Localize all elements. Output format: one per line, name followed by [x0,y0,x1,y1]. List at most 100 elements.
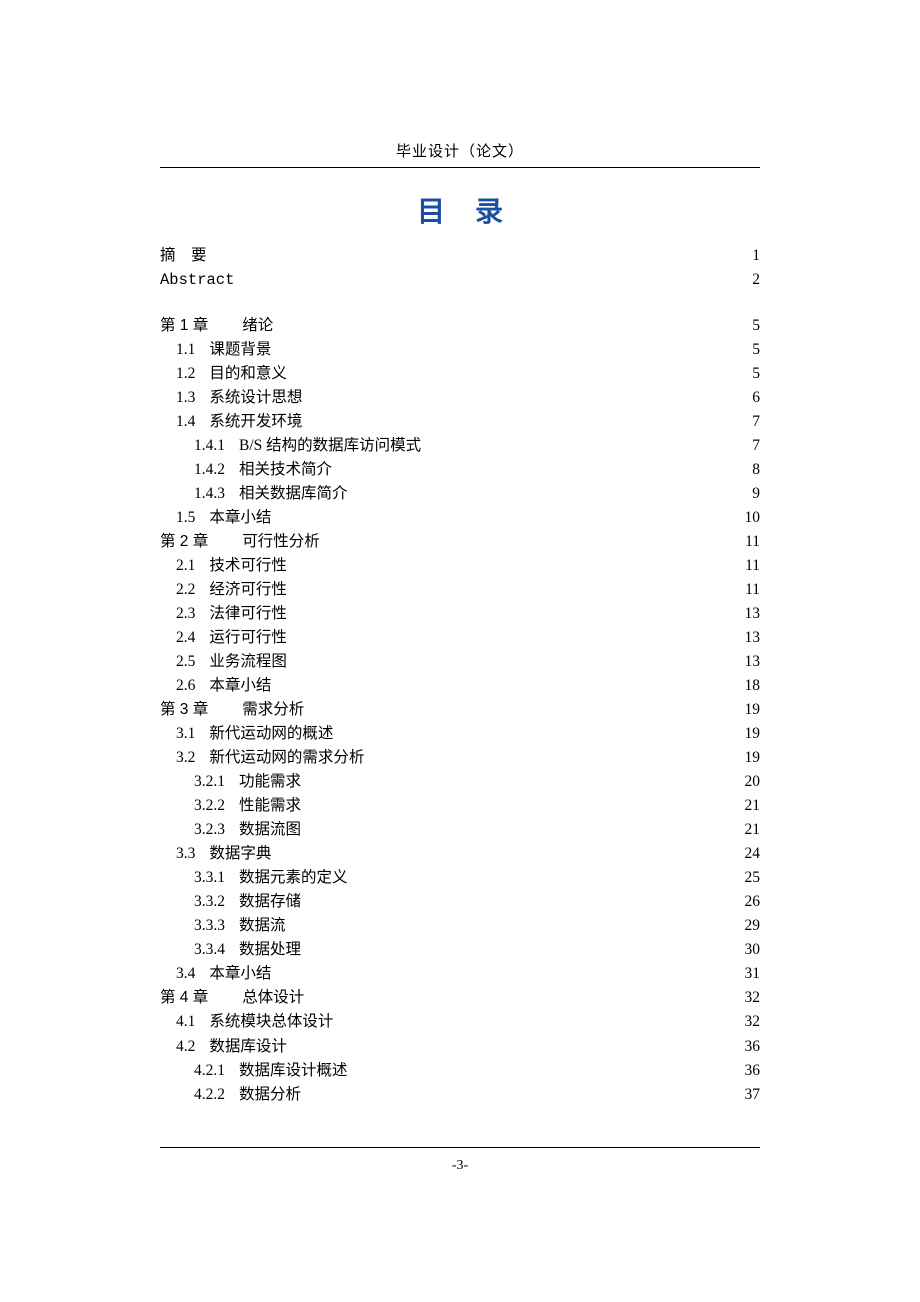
toc-entry-text: 本章小结 [209,674,271,698]
table-of-contents: 摘 要1Abstract2 第 1 章 绪论 51.1 课题背景 5 1.2 目的和意义 5 1.… [160,244,760,1107]
toc-entry-text: 数据处理 [239,938,301,962]
toc-entry-page: 36 [745,1035,761,1059]
toc-entry-page: 2 [752,268,760,292]
toc-entry-number: 3.2.2 [194,794,225,818]
toc-entry: 1.4.3相关数据库简介9 [160,482,760,506]
toc-entry-number: 4.2.1 [194,1059,225,1083]
toc-entry-page: 11 [745,530,760,554]
toc-entry-page: 10 [745,506,761,530]
toc-entry: 3.3.2 数据存储 26 [160,890,760,914]
toc-entry-text: 本章小结 [209,962,271,986]
toc-entry-text: 性能需求 [239,794,301,818]
toc-entry: 3.3.3数据流29 [160,914,760,938]
header-rule [160,167,760,168]
toc-entry-number: 3.2 [176,746,195,770]
toc-entry-page: 11 [745,554,760,578]
toc-entry-page: 1 [752,244,760,268]
toc-entry: 1.4.2相关技术简介8 [160,458,760,482]
toc-entry: 4.2.2数据分析37 [160,1083,760,1107]
toc-entry: 3.2.3数据流图21 [160,818,760,842]
toc-entry-text: 经济可行性 [209,578,287,602]
toc-entry-number: 4.1 [176,1010,195,1034]
toc-entry: 第 3 章需求分析19 [160,698,760,722]
toc-entry-page: 18 [745,674,761,698]
toc-entry-number: 3.3.1 [194,866,225,890]
toc-entry-text: 系统模块总体设计 [209,1010,333,1034]
toc-entry: 1.4系统开发环境7 [160,410,760,434]
toc-entry-text: 相关技术简介 [239,458,332,482]
toc-entry: Abstract2 [160,268,760,292]
toc-entry: 2.2经济可行性11 [160,578,760,602]
toc-entry-text: 运行可行性 [209,626,287,650]
toc-entry-text: 数据分析 [239,1083,301,1107]
toc-entry: 第 1 章 绪论 5 [160,314,760,338]
toc-entry: 3.3数据字典24 [160,842,760,866]
toc-entry-text: 系统设计思想 [209,386,302,410]
toc-entry-page: 26 [745,890,761,914]
page-number: -3- [0,1158,920,1174]
toc-entry-text: 技术可行性 [209,554,287,578]
toc-entry-text: 数据存储 [239,890,301,914]
toc-entry-page: 25 [745,866,761,890]
toc-entry-text: 课题背景 [209,338,271,362]
toc-entry: 3.1新代运动网的概述19 [160,722,760,746]
toc-entry: 3.3.4 数据处理 30 [160,938,760,962]
toc-entry-page: 11 [745,578,760,602]
toc-entry: 3.3.1 数据元素的定义 25 [160,866,760,890]
toc-entry-text: B/S 结构的数据库访问模式 [239,434,421,458]
toc-entry: 第 2 章 可行性分析 11 [160,530,760,554]
toc-entry-page: 5 [752,314,760,338]
toc-entry: 2.3法律可行性13 [160,602,760,626]
toc-entry-number: 1.4 [176,410,195,434]
toc-entry-page: 13 [745,626,761,650]
toc-entry-number: 3.2.3 [194,818,225,842]
toc-entry-page: 5 [752,338,760,362]
toc-entry-number: 1.1 [176,338,195,362]
toc-entry-number: 1.4.3 [194,482,225,506]
toc-entry-number: 3.3.2 [194,890,225,914]
toc-entry-text: 数据库设计概述 [239,1059,348,1083]
toc-entry-number: 2.4 [176,626,195,650]
toc-entry: 1.5 本章小结 10 [160,506,760,530]
toc-entry-text: 本章小结 [209,506,271,530]
toc-entry-text: 数据字典 [209,842,271,866]
toc-entry-text: 新代运动网的概述 [209,722,333,746]
toc-entry-number: 第 1 章 [160,314,208,338]
toc-entry: 1.4.1B/S 结构的数据库访问模式7 [160,434,760,458]
toc-entry-number: 3.3.4 [194,938,225,962]
toc-entry-number: 第 2 章 [160,530,208,554]
toc-entry: 3.2.1功能需求20 [160,770,760,794]
toc-entry-text: 绪论 [242,314,273,338]
toc-entry-number: 1.3 [176,386,195,410]
document-page: 毕业设计（论文） 目录 摘 要1Abstract2第 1 章绪论51.1课题背景… [0,0,920,1107]
toc-entry-number: 1.2 [176,362,195,386]
toc-entry-page: 30 [745,938,761,962]
toc-entry: 2.6 本章小结 18 [160,674,760,698]
toc-entry-page: 29 [745,914,761,938]
toc-entry-number: 4.2 [176,1035,195,1059]
toc-entry-number: 第 3 章 [160,698,208,722]
toc-entry: 摘 要1 [160,244,760,268]
toc-entry-text: 系统开发环境 [209,410,302,434]
toc-entry-text: 数据流 [239,914,286,938]
toc-entry-text: 数据元素的定义 [239,866,348,890]
toc-entry-number: 2.3 [176,602,195,626]
toc-entry-text: 目的和意义 [209,362,287,386]
toc-entry-number: 3.2.1 [194,770,225,794]
toc-entry-text: 可行性分析 [242,530,320,554]
toc-entry: 1.3系统设计思想6 [160,386,760,410]
toc-entry-number: 3.3 [176,842,195,866]
toc-entry-page: 7 [752,434,760,458]
toc-entry-number: 第 4 章 [160,986,208,1010]
toc-entry-number: 1.5 [176,506,195,530]
toc-entry: 3.2.2性能需求21 [160,794,760,818]
toc-entry-text: 总体设计 [242,986,304,1010]
toc-entry-page: 32 [745,1010,761,1034]
toc-entry-page: 13 [745,650,761,674]
toc-entry-number: 2.1 [176,554,195,578]
toc-entry-number: 2.5 [176,650,195,674]
toc-entry-page: 32 [745,986,761,1010]
toc-entry-page: 19 [745,746,761,770]
toc-entry-number: 2.6 [176,674,195,698]
toc-entry-text: 功能需求 [239,770,301,794]
